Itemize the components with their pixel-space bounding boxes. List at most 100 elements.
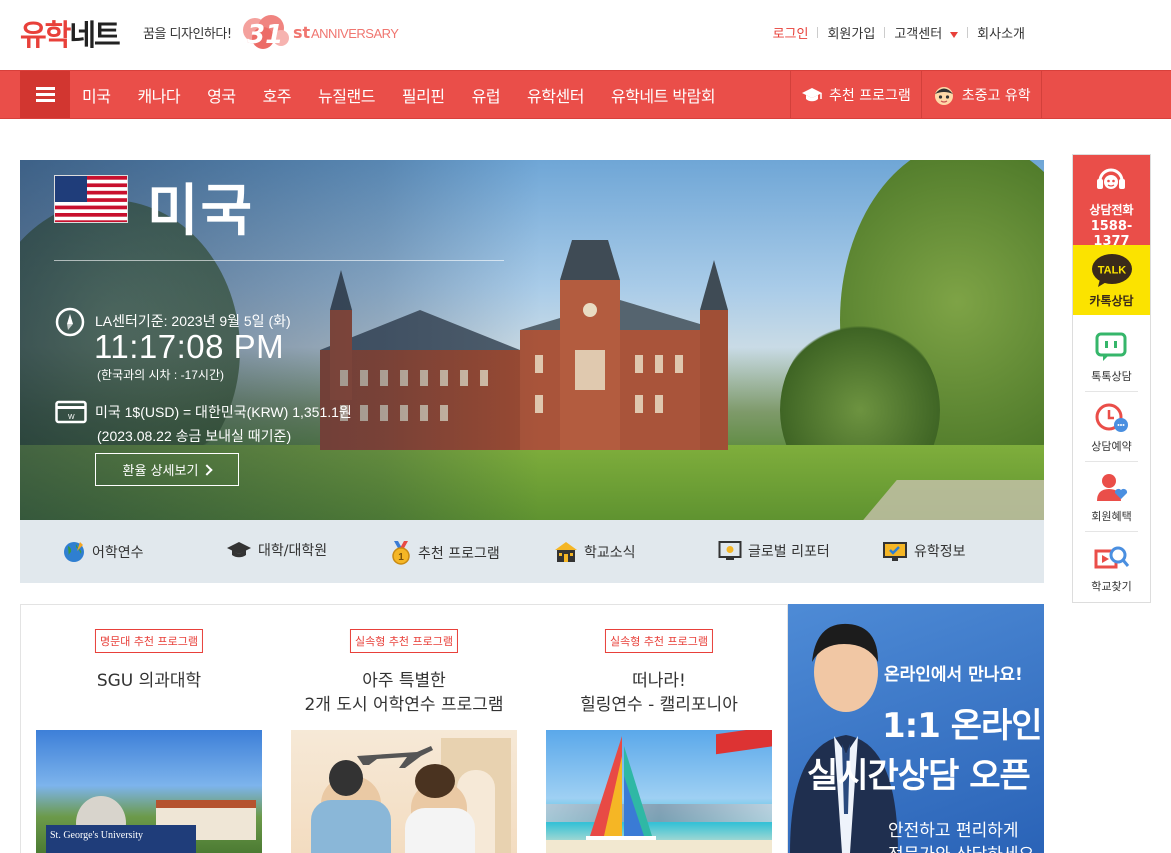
nav-recommended-label: 추천 프로그램 [829, 87, 911, 104]
anniversary-badge: 31 st ANNIVERSARY [241, 14, 411, 50]
nav-item-uk[interactable]: 영국 [207, 83, 236, 107]
customer-center-label: 고객센터 [894, 27, 943, 42]
chat-bubble-icon [1095, 332, 1127, 361]
school-icon [555, 542, 577, 562]
slogan: 꿈을 디자인하다! [143, 27, 232, 42]
banner-line-5: 전문가와 상담하세요 [888, 840, 1034, 853]
nav-recommended-program[interactable]: 추천 프로그램 [790, 71, 921, 118]
category-school-news[interactable]: 학교소식 [554, 540, 636, 564]
graduation-cap-icon [802, 87, 822, 101]
program-tag: 명문대 추천 프로그램 [94, 629, 204, 653]
hero-exchange-note: (2023.08.22 송금 보내실 때기준) [97, 428, 292, 444]
main-nav: 미국 캐나다 영국 호주 뉴질랜드 필리핀 유럽 유학센터 유학네트 박람회 추… [0, 70, 1171, 119]
exchange-detail-label: 환율 상세보기 [122, 464, 199, 479]
anniversary-suffix: st [293, 23, 311, 42]
talk-badge-text: TALK [1098, 265, 1127, 277]
program-title-line: 떠나라! [632, 671, 686, 691]
category-label: 추천 프로그램 [418, 546, 500, 562]
anniversary-word: ANNIVERSARY [311, 26, 399, 41]
airplane-icon [357, 746, 433, 768]
category-label: 글로벌 리포터 [748, 544, 830, 560]
money-card-icon: W [55, 400, 87, 424]
quick-menu: 상담전화 1588-1377 TALK 카톡상담 톡톡상담 상담예약 회원혜택 … [1072, 154, 1151, 603]
quick-kakao-label: 카톡상담 [1089, 294, 1134, 308]
compass-clock-icon [55, 307, 85, 337]
category-university[interactable]: 대학/대학원 [226, 540, 327, 560]
category-recommended[interactable]: 1 추천 프로그램 [390, 540, 500, 566]
usa-flag-icon [54, 175, 128, 223]
program-title-line: SGU 의과대학 [96, 671, 202, 691]
category-label: 대학/대학원 [258, 543, 328, 559]
kakao-talk-icon: TALK [1092, 254, 1132, 287]
quick-talk-chat[interactable]: 톡톡상담 [1073, 321, 1150, 391]
banner-line-2: 1:1 온라인 [882, 706, 1043, 746]
sailboat-icon [586, 736, 656, 846]
program-thumbnail: St. George's University [36, 730, 262, 853]
quick-item-label: 회원혜택 [1091, 510, 1132, 523]
program-tag: 실속형 추천 프로그램 [349, 629, 459, 653]
member-heart-icon [1097, 474, 1128, 501]
top-links: 로그인 회원가입 고객센터 회사소개 [764, 23, 1034, 42]
online-consult-banner[interactable]: 온라인에서 만나요! 1:1 온라인 실시간상담 오픈 안전하고 편리하게 전문… [788, 604, 1044, 853]
category-global-reporter[interactable]: 글로벌 리포터 [718, 540, 830, 562]
nav-item-europe[interactable]: 유럽 [472, 83, 501, 107]
login-link[interactable]: 로그인 [764, 23, 818, 42]
category-label: 유학정보 [914, 544, 966, 560]
nav-items: 미국 캐나다 영국 호주 뉴질랜드 필리핀 유럽 유학센터 유학네트 박람회 [82, 71, 742, 118]
program-tag: 실속형 추천 프로그램 [604, 629, 714, 653]
globe-icon [64, 542, 84, 562]
quick-school-search[interactable]: 학교찾기 [1073, 531, 1150, 601]
category-label: 학교소식 [584, 545, 636, 561]
nav-k12-label: 초중고 유학 [961, 87, 1031, 104]
program-thumbnail [291, 730, 517, 853]
search-school-icon [1094, 546, 1130, 569]
quick-call-label: 상담전화 [1089, 203, 1134, 217]
quick-kakao-talk[interactable]: TALK 카톡상담 [1073, 245, 1150, 315]
thumb-university-name: St. George's University [50, 830, 143, 841]
category-study-info[interactable]: 유학정보 [882, 540, 966, 562]
exchange-detail-button[interactable]: 환율 상세보기 [95, 453, 239, 486]
site-logo[interactable]: 유학네트 [20, 12, 121, 54]
graduation-cap-icon [227, 542, 251, 558]
nav-k12-study[interactable]: 초중고 유학 [920, 71, 1042, 118]
nav-item-expo[interactable]: 유학네트 박람회 [611, 83, 716, 107]
info-board-icon [883, 542, 907, 561]
hamburger-menu-icon[interactable] [20, 71, 70, 118]
company-link[interactable]: 회사소개 [968, 23, 1034, 42]
headset-icon [1097, 168, 1125, 189]
alarm-clock-icon [1095, 403, 1128, 432]
signup-link[interactable]: 회원가입 [818, 23, 884, 42]
quick-member-benefits[interactable]: 회원혜택 [1073, 461, 1150, 531]
quick-call[interactable]: 상담전화 1588-1377 [1073, 155, 1150, 249]
anniversary-number: 31 [247, 20, 284, 50]
program-thumbnail [546, 730, 772, 853]
program-title: 아주 특별한 2개 도시 어학연수 프로그램 [291, 669, 517, 717]
top-header: 유학네트 꿈을 디자인하다! 31 st ANNIVERSARY 로그인 회원가… [0, 0, 1171, 70]
program-title-line: 힐링연수 - 캘리포니아 [580, 695, 738, 715]
category-language-study[interactable]: 어학연수 [62, 540, 144, 564]
quick-item-label: 학교찾기 [1091, 580, 1132, 593]
nav-item-study-center[interactable]: 유학센터 [527, 83, 584, 107]
logo-text-red: 유학 [20, 18, 71, 52]
nav-right: 추천 프로그램 초중고 유학 [790, 71, 1042, 118]
category-bar: 어학연수 대학/대학원 1 추천 프로그램 학교소식 글로벌 리포터 유학정보 [20, 520, 1044, 583]
banner-line-3: 실시간상담 오픈 [807, 756, 1031, 796]
nav-item-australia[interactable]: 호주 [263, 83, 292, 107]
program-title: 떠나라! 힐링연수 - 캘리포니아 [546, 669, 772, 717]
nav-item-usa[interactable]: 미국 [82, 83, 111, 107]
hero-country-title: 미국 [147, 179, 255, 244]
hero-time-diff: (한국과의 시차 : -17시간) [97, 368, 224, 382]
banner-line-4: 안전하고 편리하게 [888, 821, 1019, 841]
banner-line-1: 온라인에서 만나요! [884, 665, 1023, 685]
nav-item-philippines[interactable]: 필리핀 [402, 83, 445, 107]
quick-reservation[interactable]: 상담예약 [1073, 391, 1150, 461]
customer-center-link[interactable]: 고객센터 [885, 23, 967, 42]
medal-icon: 1 [392, 541, 410, 565]
program-title-line: 아주 특별한 [362, 671, 446, 691]
nav-item-canada[interactable]: 캐나다 [137, 83, 180, 107]
hero-exchange-rate: 미국 1$(USD) = 대한민국(KRW) 1,351.1원 [95, 404, 352, 420]
quick-item-label: 상담예약 [1091, 440, 1132, 453]
quick-item-label: 톡톡상담 [1091, 370, 1132, 383]
nav-item-new-zealand[interactable]: 뉴질랜드 [318, 83, 375, 107]
svg-text:1: 1 [398, 552, 404, 563]
